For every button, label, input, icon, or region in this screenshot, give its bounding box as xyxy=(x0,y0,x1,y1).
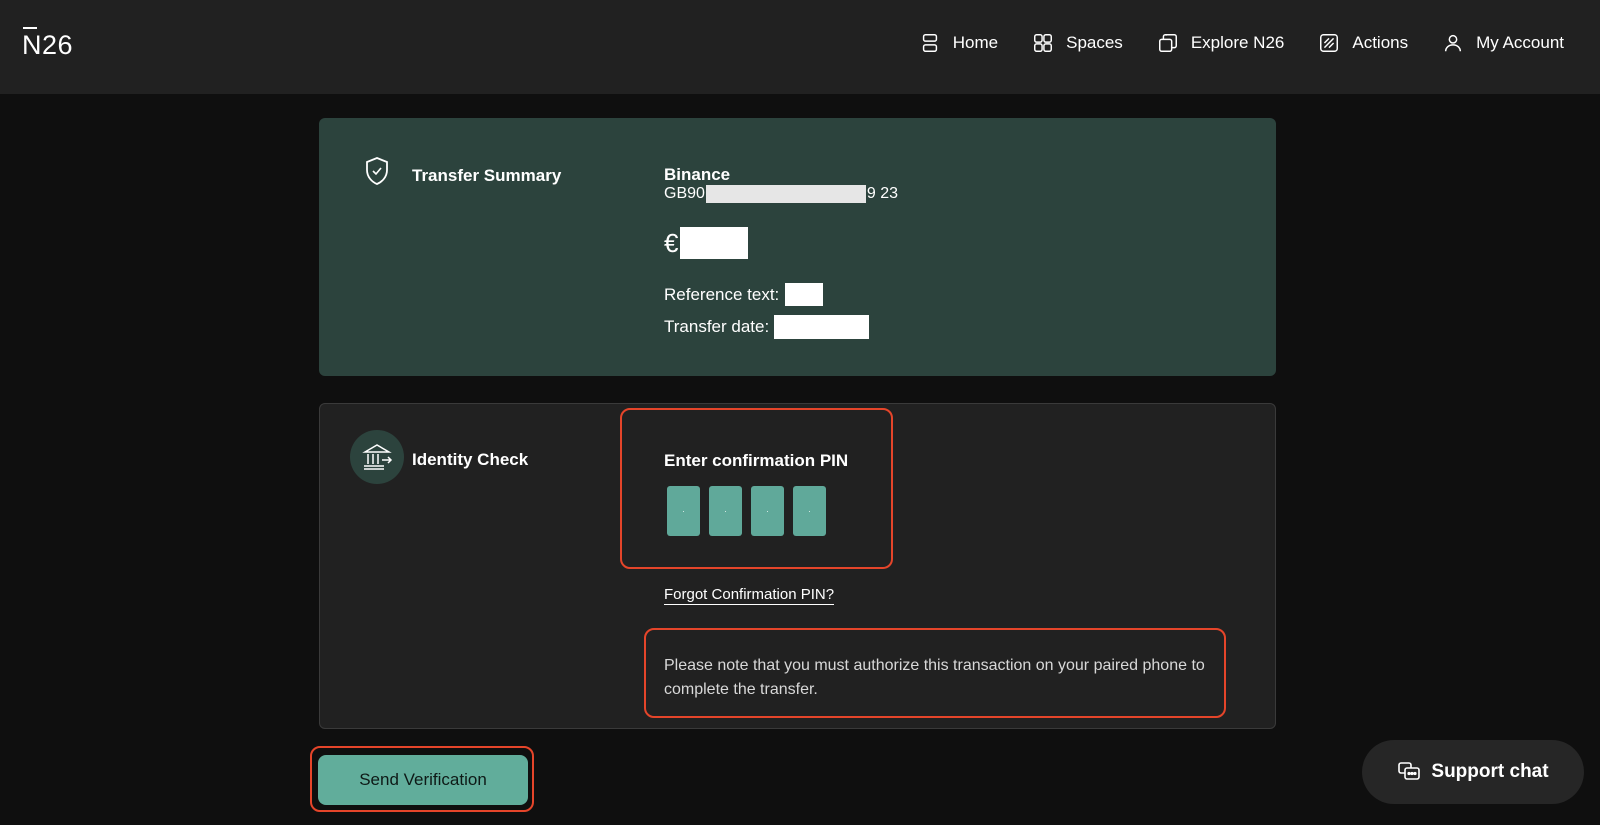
nav-item-account[interactable]: My Account xyxy=(1442,32,1564,54)
nav-label-explore: Explore N26 xyxy=(1190,33,1285,52)
nav-item-explore[interactable]: Explore N26 xyxy=(1157,32,1285,54)
bank-icon-circle xyxy=(350,430,404,484)
recipient-iban: GB90 9 23 xyxy=(664,185,898,203)
amount-redaction xyxy=(680,227,749,259)
transfer-summary-title: Transfer Summary xyxy=(412,166,562,185)
iban-redaction xyxy=(705,185,866,203)
logo-bar xyxy=(23,27,37,29)
explore-icon xyxy=(1158,34,1177,52)
nav-item-home[interactable]: Home xyxy=(919,32,998,54)
top-bar: N26 Home Spaces Explore N26 Actions My A… xyxy=(0,0,1600,94)
home-icon xyxy=(922,34,937,52)
reference-redaction xyxy=(785,283,824,306)
pin-digit-1[interactable]: · xyxy=(667,486,700,536)
authorization-note: Please note that you must authorize this… xyxy=(664,657,1205,698)
currency-symbol: € xyxy=(664,227,679,258)
reference-label: Reference text: xyxy=(664,284,780,304)
main-nav: Home Spaces Explore N26 Actions My Accou… xyxy=(885,32,1564,54)
n26-logo[interactable]: N26 xyxy=(22,27,74,61)
iban-prefix: GB90 xyxy=(664,185,705,202)
nav-label-account: My Account xyxy=(1476,33,1564,52)
support-chat-label: Support chat xyxy=(1431,761,1549,782)
nav-label-home: Home xyxy=(952,33,999,52)
recipient-name: Binance xyxy=(664,165,731,184)
forgot-pin-link[interactable]: Forgot Confirmation PIN? xyxy=(664,586,835,605)
pin-input-group: · · · · xyxy=(667,486,826,536)
spaces-icon xyxy=(1034,34,1053,52)
pin-label: Enter confirmation PIN xyxy=(664,451,849,470)
transfer-date-row: Transfer date: xyxy=(664,315,870,339)
send-verification-button[interactable]: Send Verification xyxy=(318,755,528,805)
reference-row: Reference text: xyxy=(664,283,824,306)
bank-transfer-icon xyxy=(362,444,393,470)
pin-digit-3[interactable]: · xyxy=(751,486,784,536)
transfer-amount: € xyxy=(664,227,749,259)
nav-label-actions: Actions xyxy=(1352,33,1409,52)
date-redaction xyxy=(774,315,870,339)
identity-check-title: Identity Check xyxy=(412,450,529,469)
nav-item-actions[interactable]: Actions xyxy=(1318,32,1408,54)
transfer-date-label: Transfer date: xyxy=(664,317,770,336)
pin-digit-4[interactable]: · xyxy=(793,486,826,536)
nav-item-spaces[interactable]: Spaces xyxy=(1032,32,1123,54)
chat-icon xyxy=(1398,762,1421,780)
actions-icon xyxy=(1320,34,1339,52)
logo-text: N26 xyxy=(22,30,74,60)
nav-label-spaces: Spaces xyxy=(1066,33,1123,52)
account-icon xyxy=(1445,34,1462,52)
shield-check-icon xyxy=(366,157,388,185)
support-chat-button[interactable]: Support chat xyxy=(1362,740,1584,804)
pin-digit-2[interactable]: · xyxy=(709,486,742,536)
iban-suffix: 9 23 xyxy=(866,185,899,202)
